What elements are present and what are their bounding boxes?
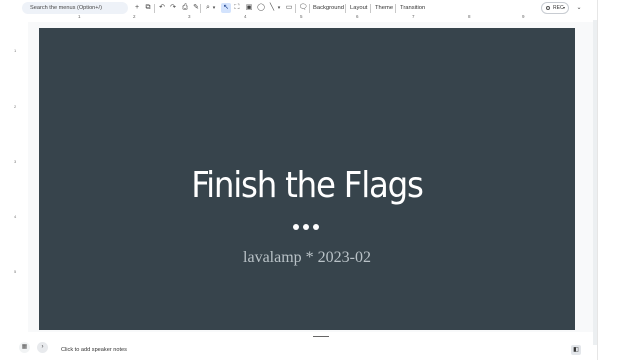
slide-subtitle[interactable]: lavalamp * 2023-02 — [39, 248, 575, 268]
vertical-ruler: 1 2 3 4 5 — [14, 28, 20, 330]
comment-icon[interactable]: 🗨 — [298, 3, 308, 13]
speaker-notes[interactable]: Click to add speaker notes — [61, 346, 127, 355]
toolbar-divider — [200, 4, 201, 13]
shapes-icon[interactable]: ◯ — [256, 3, 266, 13]
chevron-down-icon[interactable]: ⌄ — [574, 3, 584, 13]
toolbar-divider — [370, 4, 371, 13]
ruler-mark: 7 — [412, 14, 415, 19]
ruler-mark: 3 — [14, 159, 17, 164]
ruler-mark: 8 — [468, 14, 471, 19]
theme-button[interactable]: Theme — [375, 3, 393, 13]
notes-resize-handle[interactable] — [313, 336, 329, 337]
horizontal-ruler: 1 2 3 4 5 6 7 8 9 — [38, 13, 576, 20]
ruler-mark: 2 — [14, 104, 17, 109]
ruler-mark: 3 — [188, 14, 191, 19]
plus-icon[interactable]: + — [132, 3, 142, 13]
layout-button[interactable]: Layout — [350, 3, 367, 13]
ruler-mark: 2 — [133, 14, 136, 19]
chevron-down-icon[interactable]: ▾ — [276, 3, 282, 13]
dot — [303, 224, 309, 230]
grid-view-icon[interactable]: ▦ — [19, 342, 30, 353]
ruler-mark: 4 — [244, 14, 247, 19]
side-panel-toggle-icon[interactable]: ◧ — [571, 345, 581, 355]
select-icon[interactable]: ↖ — [221, 3, 231, 13]
fit-icon[interactable]: ⛶ — [232, 3, 242, 13]
rec-label: REC — [553, 5, 564, 11]
image-icon[interactable]: ▣ — [244, 3, 254, 13]
toolbar-divider — [345, 4, 346, 13]
ruler-mark: 5 — [300, 14, 303, 19]
chevron-down-icon: ▾ — [563, 5, 566, 10]
video-icon[interactable]: ▭ — [284, 3, 294, 13]
transition-button[interactable]: Transition — [400, 3, 425, 13]
redo-icon[interactable]: ↷ — [168, 3, 178, 13]
dot — [313, 224, 319, 230]
new-slide-icon[interactable]: ⧉ — [143, 3, 153, 13]
ruler-mark: 9 — [522, 14, 525, 19]
toolbar-divider — [295, 4, 296, 13]
toolbar-divider — [154, 4, 155, 13]
ruler-mark: 1 — [78, 14, 81, 19]
dot — [293, 224, 299, 230]
side-panel — [597, 0, 640, 360]
ruler-mark: 5 — [14, 269, 17, 274]
chevron-down-icon[interactable]: ▾ — [211, 3, 217, 13]
background-button[interactable]: Background — [313, 3, 344, 13]
ruler-mark: 1 — [14, 48, 17, 53]
undo-icon[interactable]: ↶ — [157, 3, 167, 13]
record-icon — [546, 6, 550, 10]
print-icon[interactable]: ⎙ — [180, 3, 190, 13]
ruler-mark: 4 — [14, 214, 17, 219]
ruler-mark: 6 — [356, 14, 359, 19]
chevron-right-icon[interactable]: › — [37, 342, 48, 353]
slide-title[interactable]: Finish the Flags — [39, 166, 575, 206]
toolbar-divider — [309, 4, 310, 13]
slide[interactable]: Finish the Flags lavalamp * 2023-02 — [39, 28, 575, 330]
toolbar-divider — [395, 4, 396, 13]
title-dots-decoration — [293, 224, 321, 232]
